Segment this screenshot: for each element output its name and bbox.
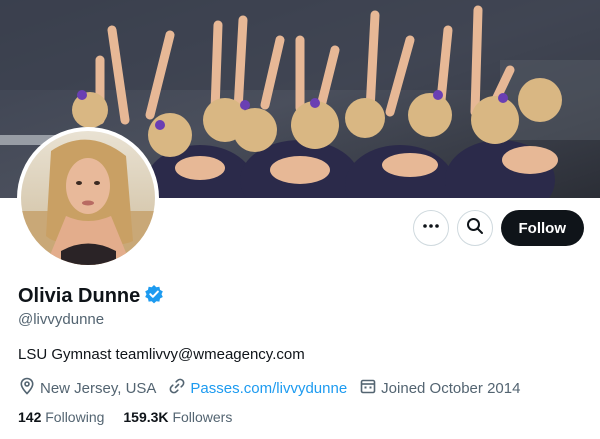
verified-badge-icon[interactable] [144, 284, 164, 309]
following-count: 142 [18, 409, 42, 425]
joined-text: Joined October 2014 [381, 379, 521, 397]
user-handle: @livvydunne [18, 311, 105, 328]
display-name-row: Olivia Dunne [18, 284, 164, 309]
following-link[interactable]: 142 Following [18, 409, 104, 425]
location-item: New Jersey, USA [18, 377, 156, 399]
profile-actions: Follow [412, 210, 584, 246]
website-link[interactable]: Passes.com/livvydunne [190, 380, 347, 397]
follow-stats: 142 Following 159.3K Followers [18, 409, 232, 425]
avatar-image [21, 131, 155, 265]
website-item[interactable]: Passes.com/livvydunne [168, 377, 347, 399]
followers-link[interactable]: 159.3K Followers [123, 409, 232, 425]
followers-count: 159.3K [123, 409, 169, 425]
location-text: New Jersey, USA [40, 379, 157, 397]
following-label: Following [45, 409, 105, 425]
profile-avatar[interactable] [17, 127, 159, 269]
followers-label: Followers [172, 409, 233, 425]
joined-item: Joined October 2014 [359, 377, 520, 399]
location-pin-icon [18, 377, 36, 399]
search-icon [466, 217, 484, 240]
more-button[interactable] [412, 210, 449, 246]
link-icon [168, 377, 186, 399]
follow-button[interactable]: Follow [500, 210, 584, 246]
profile-meta: New Jersey, USA Passes.com/livvydunne Jo… [18, 377, 520, 399]
more-icon [422, 217, 440, 240]
display-name: Olivia Dunne [18, 285, 141, 307]
calendar-icon [359, 377, 377, 399]
profile-bio: LSU Gymnast teamlivvy@wmeagency.com [18, 346, 305, 363]
search-button[interactable] [456, 210, 493, 246]
